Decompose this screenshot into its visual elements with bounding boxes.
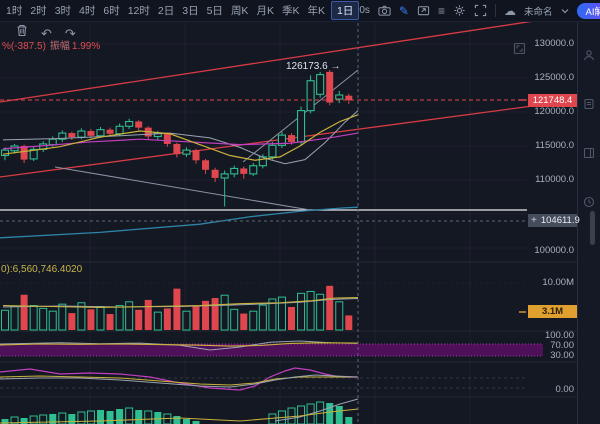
timeframe-tab[interactable]: 月K <box>252 2 278 19</box>
timeframe-tab[interactable]: 2时 <box>26 2 50 19</box>
axis-label: 130000.0 <box>528 38 574 49</box>
timeframe-tab[interactable]: 3时 <box>51 2 75 19</box>
fullscreen-icon[interactable] <box>474 4 487 17</box>
scrollbar-thumb[interactable] <box>590 211 595 245</box>
toolbar-right-tools: 0s ✎ ≡ ☁ 未命名 AI解读 <box>359 3 600 19</box>
timeframe-tab[interactable]: 周K <box>227 2 253 19</box>
axis-label: 100000.0 <box>528 245 574 256</box>
axis-label: 0.00 <box>528 384 574 395</box>
timeframe-tab[interactable]: 5日 <box>203 2 227 19</box>
change-value: %(-387.5) <box>2 41 46 52</box>
chevron-down-icon[interactable] <box>561 8 569 14</box>
cloud-icon[interactable]: ☁ <box>504 5 516 17</box>
timeframe-tab[interactable]: 6时 <box>99 2 123 19</box>
axis-label: 120000.0 <box>528 106 574 117</box>
popup-window-icon[interactable] <box>417 4 430 17</box>
timeframe-list: 1时2时3时4时6时12时2日3日5日周K月K季K年K <box>2 2 329 19</box>
bar-countdown: 0s <box>359 5 370 16</box>
volume-ma-label: 0):6,560,746.4020 <box>1 264 82 275</box>
timeframe-tab[interactable]: 季K <box>278 2 304 19</box>
high-price-label: 126173.6 → <box>286 61 341 72</box>
last-price-badge: 121748.4 <box>528 94 577 107</box>
camera-icon[interactable] <box>378 4 391 17</box>
timeframe-tab[interactable]: 1时 <box>2 2 26 19</box>
crosshair-price-badge: + 104611.9 <box>528 214 577 227</box>
volume-badge: 3.1M <box>528 305 577 318</box>
crosshair-plus-icon: + <box>531 215 537 226</box>
axis-label: 115000.0 <box>528 140 574 151</box>
timeframe-tab[interactable]: 12时 <box>124 2 154 19</box>
crosshair-price-value: 104611.9 <box>541 215 580 226</box>
amplitude-value: 1.99% <box>72 41 100 52</box>
toolbar-divider <box>495 4 496 17</box>
timeframe-tab[interactable]: 4时 <box>75 2 99 19</box>
timeframe-tab[interactable]: 年K <box>303 2 329 19</box>
panel-icon[interactable] <box>583 146 595 164</box>
active-timeframe-tab[interactable]: 1日 <box>331 1 359 20</box>
amplitude-label: 振幅 <box>50 41 70 52</box>
pane-maximize-icon[interactable] <box>511 40 528 62</box>
timeframe-tab[interactable]: 2日 <box>154 2 178 19</box>
ai-analyze-button[interactable]: AI解读 <box>577 3 600 19</box>
timeframe-tab[interactable]: 3日 <box>178 2 202 19</box>
doc-icon[interactable] <box>583 97 595 115</box>
right-sidebar <box>577 22 600 424</box>
top-toolbar: 1时2时3时4时6时12时2日3日5日周K月K季K年K 1日 0s ✎ ≡ ☁ … <box>0 0 600 22</box>
user-icon[interactable] <box>583 48 595 66</box>
list-icon[interactable]: ≡ <box>438 5 445 17</box>
axis-label: 10.00M <box>528 277 574 288</box>
draw-pencil-icon[interactable]: ✎ <box>399 5 409 17</box>
axis-label: 110000.0 <box>528 174 574 185</box>
axis-label: 125000.0 <box>528 72 574 83</box>
workspace-name[interactable]: 未命名 <box>524 4 553 18</box>
chart-app: { "toolbar": { "timeframes": ["1时","2时",… <box>0 0 600 424</box>
settings-gear-icon[interactable] <box>453 4 466 17</box>
ohlc-info-line: %(-387.5) 振幅1.99% <box>2 37 100 52</box>
axis-label: 30.00 <box>528 350 574 361</box>
